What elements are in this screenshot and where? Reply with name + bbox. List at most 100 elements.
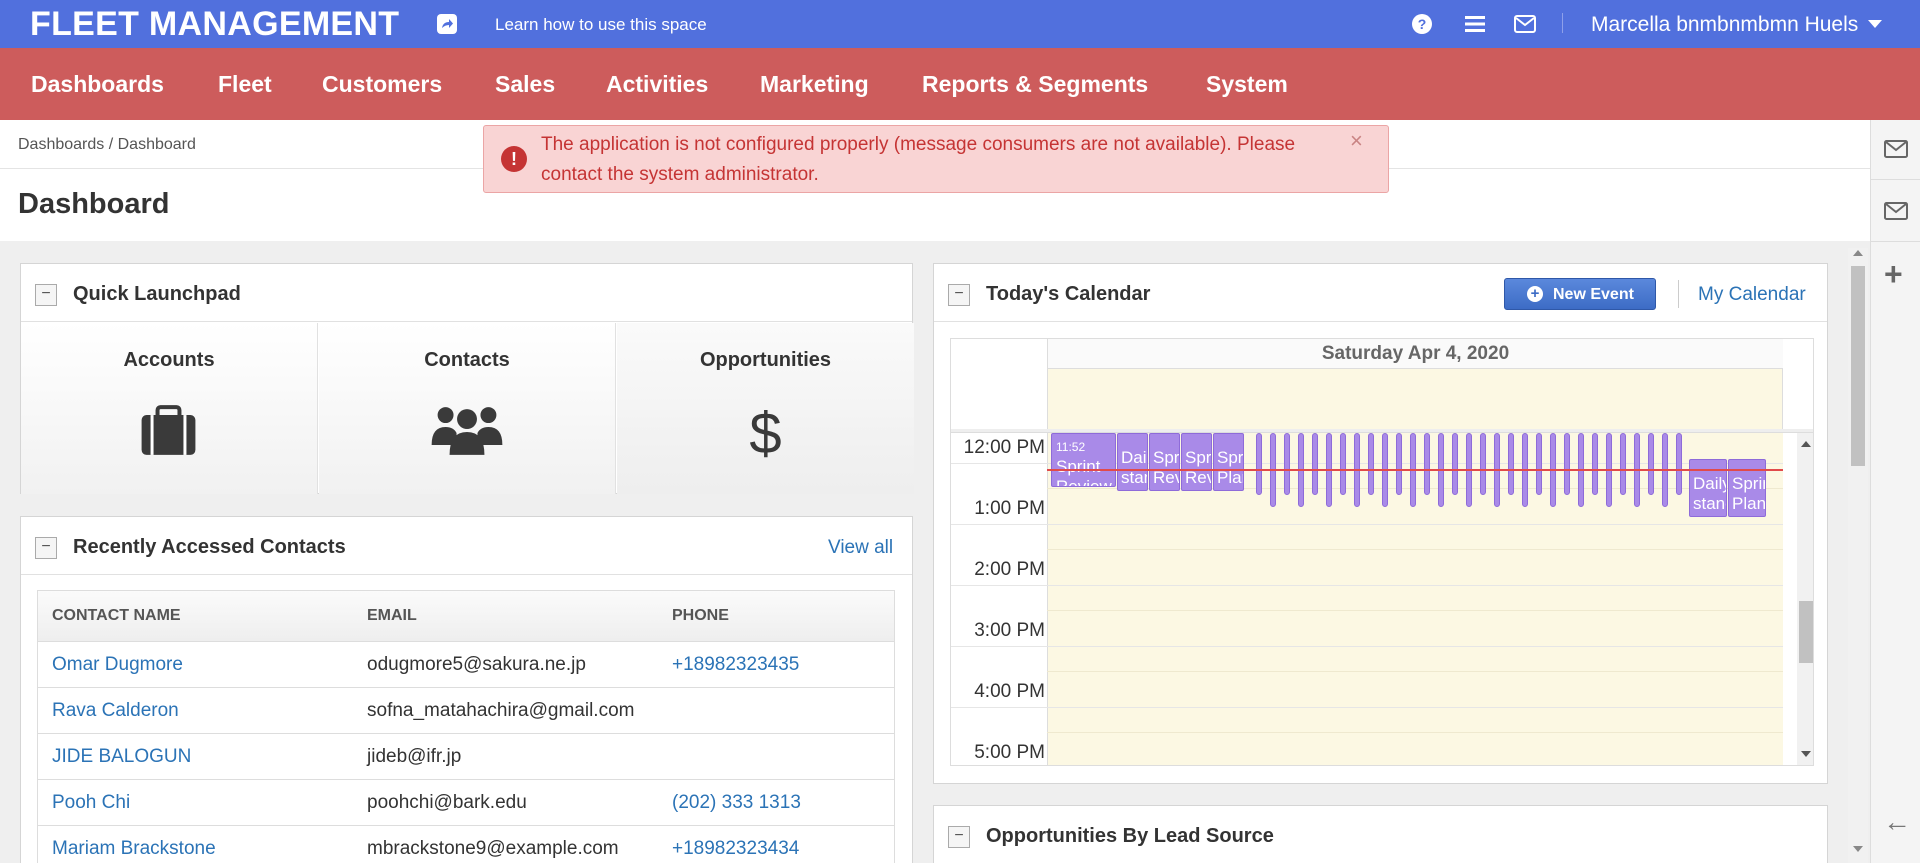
- contact-phone[interactable]: +18982323435: [672, 654, 799, 676]
- sidebar-mail-button-2[interactable]: [1871, 182, 1920, 242]
- column-header-email[interactable]: EMAIL: [367, 607, 417, 625]
- launchpad-label: Accounts: [123, 349, 215, 371]
- calendar-event-stripe[interactable]: [1284, 433, 1290, 495]
- calendar-event-stripe[interactable]: [1592, 433, 1598, 495]
- calendar-event[interactable]: 11:52 Sprint Review: [1051, 433, 1116, 487]
- scroll-down-icon[interactable]: [1853, 846, 1863, 852]
- calendar-event[interactable]: Sprint Review: [1181, 433, 1212, 491]
- nav-dashboards[interactable]: Dashboards: [31, 71, 164, 98]
- calendar-event-stripe[interactable]: [1508, 433, 1514, 495]
- calendar-scrollbar[interactable]: [1797, 433, 1813, 765]
- table-row[interactable]: Mariam Brackstone mbrackstone9@example.c…: [38, 825, 894, 863]
- calendar-event-stripe[interactable]: [1312, 433, 1318, 495]
- app-logo[interactable]: FLEET MANAGEMENT: [30, 5, 399, 44]
- contact-phone[interactable]: +18982323434: [672, 838, 799, 860]
- contact-name[interactable]: Omar Dugmore: [52, 654, 183, 676]
- table-row[interactable]: Rava Calderon sofna_matahachira@gmail.co…: [38, 687, 894, 733]
- scroll-down-icon[interactable]: [1801, 751, 1811, 757]
- share-icon[interactable]: [436, 13, 458, 35]
- calendar-event-stripe[interactable]: [1396, 433, 1402, 495]
- new-event-button[interactable]: + New Event: [1504, 278, 1656, 310]
- nav-sales[interactable]: Sales: [495, 71, 555, 98]
- all-day-slot[interactable]: [1047, 369, 1783, 429]
- nav-reports-segments[interactable]: Reports & Segments: [922, 71, 1148, 98]
- time-label: 4:00 PM: [974, 681, 1045, 702]
- time-label: 2:00 PM: [974, 559, 1045, 580]
- column-header-name[interactable]: CONTACT NAME: [52, 607, 181, 625]
- calendar-event-stripe[interactable]: [1480, 433, 1486, 495]
- user-menu[interactable]: Marcella bnmbnmbmn Huels: [1591, 13, 1858, 37]
- event-title: Daily stand: [1693, 474, 1726, 513]
- calendar-event[interactable]: Daily stand: [1117, 433, 1148, 491]
- calendar-event[interactable]: Sprint Plan: [1728, 459, 1766, 517]
- calendar-event[interactable]: Daily stand: [1689, 459, 1727, 517]
- page-title: Dashboard: [18, 188, 170, 220]
- table-row[interactable]: Omar Dugmore odugmore5@sakura.ne.jp +189…: [38, 641, 894, 687]
- current-time-indicator: [1047, 469, 1783, 471]
- calendar-event-stripe[interactable]: [1564, 433, 1570, 495]
- learn-link[interactable]: Learn how to use this space: [495, 15, 707, 35]
- table-row[interactable]: JIDE BALOGUN jideb@ifr.jp: [38, 733, 894, 779]
- nav-marketing[interactable]: Marketing: [760, 71, 869, 98]
- scroll-thumb[interactable]: [1851, 266, 1865, 466]
- column-header-phone[interactable]: PHONE: [672, 607, 729, 625]
- svg-text:$: $: [749, 401, 781, 461]
- view-all-link[interactable]: View all: [828, 537, 893, 559]
- collapse-button[interactable]: −: [948, 284, 970, 306]
- main-scrollbar[interactable]: [1848, 248, 1868, 863]
- right-sidebar: + ←: [1870, 120, 1920, 863]
- scroll-up-icon[interactable]: [1853, 250, 1863, 256]
- table-row[interactable]: Pooh Chi poohchi@bark.edu (202) 333 1313: [38, 779, 894, 825]
- svg-text:?: ?: [1418, 16, 1427, 32]
- contact-name[interactable]: Pooh Chi: [52, 792, 130, 814]
- launchpad-contacts[interactable]: Contacts: [319, 323, 616, 494]
- close-icon[interactable]: ×: [1350, 126, 1363, 156]
- calendar-event-stripe[interactable]: [1452, 433, 1458, 495]
- widget-title: Today's Calendar: [986, 283, 1151, 305]
- widget-header: − Opportunities By Lead Source: [934, 806, 1827, 863]
- nav-fleet[interactable]: Fleet: [218, 71, 272, 98]
- contact-name[interactable]: JIDE BALOGUN: [52, 746, 191, 768]
- calendar-event[interactable]: Sprint Review: [1149, 433, 1180, 491]
- breadcrumb[interactable]: Dashboards / Dashboard: [18, 136, 196, 154]
- calendar-event-stripe[interactable]: [1256, 433, 1262, 495]
- calendar-event-stripe[interactable]: [1620, 433, 1626, 495]
- contact-name[interactable]: Mariam Brackstone: [52, 838, 216, 860]
- back-arrow-icon[interactable]: ←: [1883, 806, 1911, 838]
- nav-customers[interactable]: Customers: [322, 71, 442, 98]
- scroll-thumb[interactable]: [1799, 601, 1813, 663]
- launchpad-accounts[interactable]: Accounts: [21, 323, 318, 494]
- nav-activities[interactable]: Activities: [606, 71, 708, 98]
- plus-icon[interactable]: +: [1884, 258, 1903, 290]
- collapse-button[interactable]: −: [948, 826, 970, 848]
- calendar-event-stripe[interactable]: [1368, 433, 1374, 495]
- sidebar-mail-button[interactable]: [1871, 120, 1920, 180]
- nav-system[interactable]: System: [1206, 71, 1288, 98]
- error-alert: ! The application is not configured prop…: [483, 125, 1389, 193]
- time-label: 5:00 PM: [974, 742, 1045, 763]
- contact-phone[interactable]: (202) 333 1313: [672, 792, 801, 814]
- contact-name[interactable]: Rava Calderon: [52, 700, 179, 722]
- half-hour-line: [1047, 610, 1783, 611]
- event-title: Sprint Review: [1153, 448, 1180, 487]
- chevron-down-icon[interactable]: [1868, 20, 1882, 28]
- event-title: Sprint Plan: [1217, 448, 1244, 487]
- calendar-event-stripe[interactable]: [1536, 433, 1542, 495]
- calendar-event-stripe[interactable]: [1648, 433, 1654, 495]
- collapse-button[interactable]: −: [35, 284, 57, 306]
- my-calendar-link[interactable]: My Calendar: [1698, 284, 1806, 306]
- calendar-event-stripe[interactable]: [1424, 433, 1430, 495]
- calendar-day-header: Saturday Apr 4, 2020: [1047, 339, 1783, 369]
- help-icon[interactable]: ?: [1410, 12, 1434, 36]
- calendar-event-stripe[interactable]: [1340, 433, 1346, 495]
- launchpad-opportunities[interactable]: Opportunities $: [617, 323, 914, 494]
- calendar-event-stripe[interactable]: [1676, 433, 1682, 495]
- calendar-event[interactable]: Sprint Plan: [1213, 433, 1244, 491]
- list-icon[interactable]: [1463, 12, 1487, 36]
- mail-icon[interactable]: [1513, 12, 1537, 36]
- collapse-button[interactable]: −: [35, 537, 57, 559]
- event-title: Sprint Review: [1185, 448, 1212, 487]
- alert-message: The application is not configured proper…: [541, 134, 1296, 185]
- scroll-up-icon[interactable]: [1801, 441, 1811, 447]
- alert-icon: !: [501, 146, 527, 172]
